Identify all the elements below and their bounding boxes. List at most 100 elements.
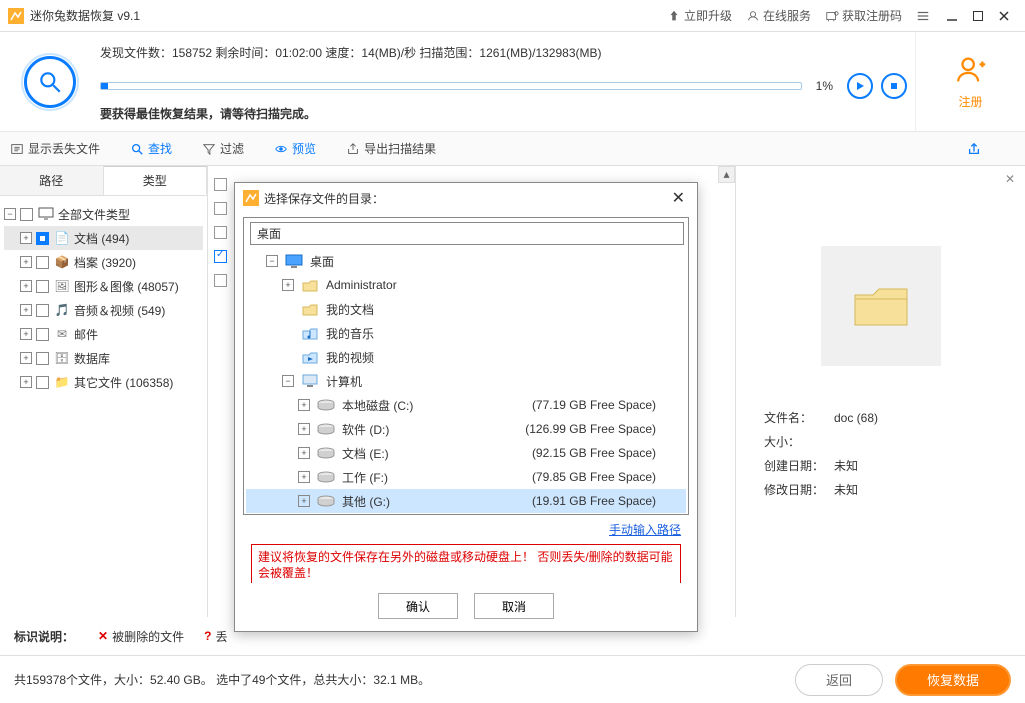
tree-item[interactable]: + 📦 档案 (3920) <box>4 250 203 274</box>
checkbox[interactable] <box>36 328 49 341</box>
dir-node-drive[interactable]: + 软件 (D:) (126.99 GB Free Space) <box>246 417 686 441</box>
checkbox[interactable] <box>36 256 49 269</box>
dir-node-computer[interactable]: −计算机 <box>246 369 686 393</box>
get-reg-code-link[interactable]: 获取注册码 <box>825 7 902 24</box>
dir-node-drive[interactable]: + 其他 (G:) (19.91 GB Free Space) <box>246 489 686 513</box>
minimize-button[interactable] <box>939 6 965 26</box>
scan-stats: 发现文件数：158752 剩余时间：01:02:00 速度：14(MB)/秒 扫… <box>100 32 915 131</box>
expand-icon[interactable]: + <box>20 280 32 292</box>
collapse-icon[interactable]: − <box>282 375 294 387</box>
expand-icon[interactable]: + <box>298 447 310 459</box>
expand-icon[interactable]: + <box>20 376 32 388</box>
export-button[interactable]: 导出扫描结果 <box>346 140 436 157</box>
tree-item[interactable]: + 📁 其它文件 (106358) <box>4 370 203 394</box>
drive-label: 文档 (E:) <box>342 445 389 462</box>
show-lost-button[interactable]: 显示丢失文件 <box>10 140 100 157</box>
magnifier-icon <box>24 56 76 108</box>
recover-button[interactable]: 恢复数据 <box>895 664 1011 696</box>
tree-item[interactable]: + 🖼 图形＆图像 (48057) <box>4 274 203 298</box>
expand-icon[interactable]: + <box>298 471 310 483</box>
tree-item-label: 档案 (3920) <box>74 254 136 271</box>
dialog-close-button[interactable]: ✕ <box>668 188 689 208</box>
dir-node-mydocs[interactable]: 我的文档 <box>246 297 686 321</box>
tab-type[interactable]: 类型 <box>104 166 208 195</box>
tab-path[interactable]: 路径 <box>0 166 104 195</box>
checkbox[interactable] <box>36 304 49 317</box>
stop-button[interactable] <box>881 73 907 99</box>
dir-node-drive[interactable]: + 工作 (F:) (79.85 GB Free Space) <box>246 465 686 489</box>
scan-hint: 要获得最佳恢复结果，请等待扫描完成。 <box>100 105 915 122</box>
dir-node-drive[interactable]: + 本地磁盘 (C:) (77.19 GB Free Space) <box>246 393 686 417</box>
checkbox[interactable] <box>36 352 49 365</box>
dialog-ok-button[interactable]: 确认 <box>378 593 458 619</box>
dialog-cancel-button[interactable]: 取消 <box>474 593 554 619</box>
dialog-titlebar: 选择保存文件的目录： ✕ <box>235 183 697 213</box>
expand-icon[interactable]: + <box>20 256 32 268</box>
dir-node-admin[interactable]: +Administrator <box>246 273 686 297</box>
upgrade-link[interactable]: 立即升级 <box>667 7 732 24</box>
type-tree[interactable]: − 全部文件类型 + 📄 文档 (494) + 📦 档案 (3920) + 🖼 … <box>0 196 207 617</box>
dir-node-desktop[interactable]: −桌面 <box>246 249 686 273</box>
dir-node-mymusic[interactable]: 我的音乐 <box>246 321 686 345</box>
online-service-link[interactable]: 在线服务 <box>746 7 811 24</box>
dir-node-drive[interactable]: + 文档 (E:) (92.15 GB Free Space) <box>246 441 686 465</box>
scan-icon-wrap <box>0 32 100 131</box>
expand-icon[interactable]: + <box>298 399 310 411</box>
expand-icon[interactable]: + <box>20 352 32 364</box>
checkbox[interactable] <box>214 250 227 263</box>
tree-item[interactable]: + ✉ 邮件 <box>4 322 203 346</box>
left-pane: 路径 类型 − 全部文件类型 + 📄 文档 (494) + 📦 档案 (3920… <box>0 166 208 617</box>
close-button[interactable] <box>991 6 1017 26</box>
share-button[interactable] <box>967 142 985 156</box>
selected-path-box[interactable]: 桌面 <box>250 222 684 245</box>
drive-label: 软件 (D:) <box>342 421 389 438</box>
play-button[interactable] <box>847 73 873 99</box>
checkbox[interactable] <box>214 274 227 287</box>
manual-path-link[interactable]: 手动输入路径 <box>243 515 689 544</box>
tree-root[interactable]: − 全部文件类型 <box>4 202 203 226</box>
filter-button[interactable]: 过滤 <box>202 140 244 157</box>
expand-icon[interactable]: + <box>20 304 32 316</box>
find-button[interactable]: 查找 <box>130 140 172 157</box>
tree-item-label: 图形＆图像 (48057) <box>74 278 179 295</box>
tree-item[interactable]: + 🗄 数据库 <box>4 346 203 370</box>
drive-icon <box>316 492 336 510</box>
app-title: 迷你兔数据恢复 v9.1 <box>30 7 140 24</box>
checkbox[interactable] <box>214 226 227 239</box>
register-label: 注册 <box>958 93 982 110</box>
preview-button[interactable]: 预览 <box>274 140 316 157</box>
tree-item[interactable]: + 🎵 音频＆视频 (549) <box>4 298 203 322</box>
legend-title: 标识说明： <box>14 628 74 645</box>
expand-icon[interactable]: + <box>20 232 32 244</box>
collapse-icon[interactable]: − <box>266 255 278 267</box>
close-preview-button[interactable]: ✕ <box>1005 172 1015 186</box>
checkbox[interactable] <box>36 376 49 389</box>
tree-item[interactable]: + 📄 文档 (494) <box>4 226 203 250</box>
register-button[interactable]: 注册 <box>915 32 1025 131</box>
drive-free: (126.99 GB Free Space) <box>525 422 686 436</box>
expand-icon[interactable]: + <box>298 423 310 435</box>
directory-tree[interactable]: 桌面 −桌面 +Administrator 我的文档 我的音乐 我的视频 −计算… <box>243 217 689 515</box>
toolbar: 显示丢失文件 查找 过滤 预览 导出扫描结果 <box>0 132 1025 166</box>
expand-icon[interactable]: + <box>20 328 32 340</box>
checkbox[interactable] <box>36 232 49 245</box>
scrollbar-up[interactable]: ▴ <box>718 166 735 183</box>
expand-icon[interactable]: + <box>282 279 294 291</box>
dir-node-myvideos[interactable]: 我的视频 <box>246 345 686 369</box>
upgrade-label: 立即升级 <box>684 7 732 24</box>
preview-created: 未知 <box>834 459 858 473</box>
preview-thumbnail <box>821 246 941 366</box>
menu-button[interactable] <box>916 9 933 23</box>
progress-percent: 1% <box>816 79 833 93</box>
drive-label: 工作 (F:) <box>342 469 388 486</box>
back-button[interactable]: 返回 <box>795 664 883 696</box>
checkbox[interactable] <box>214 178 227 191</box>
collapse-icon[interactable]: − <box>4 208 16 220</box>
save-dir-dialog: 选择保存文件的目录： ✕ 桌面 −桌面 +Administrator 我的文档 … <box>234 182 698 632</box>
maximize-button[interactable] <box>965 6 991 26</box>
checkbox[interactable] <box>214 202 227 215</box>
expand-icon[interactable]: + <box>298 495 310 507</box>
folder-icon <box>851 281 911 331</box>
checkbox[interactable] <box>20 208 33 221</box>
checkbox[interactable] <box>36 280 49 293</box>
